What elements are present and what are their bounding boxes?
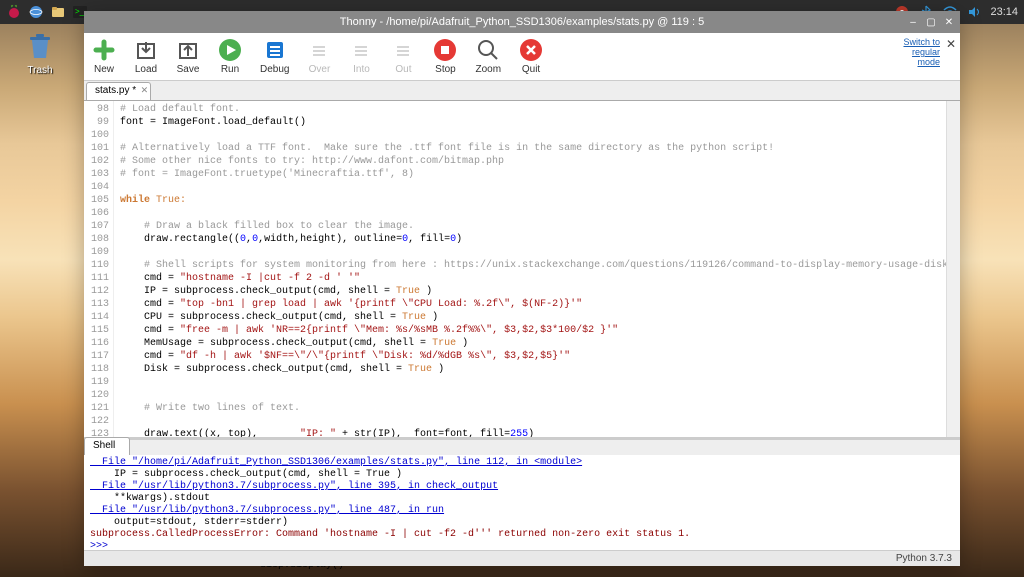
raspberry-icon[interactable] [6,4,22,20]
shell-tabs: Shell [84,437,960,455]
statusbar: Python 3.7.3 [84,550,960,566]
python-version: Python 3.7.3 [896,553,952,564]
stop-button[interactable]: Stop [433,38,457,75]
editor[interactable]: 98 99 100 101 102 103 104 105 106 107 10… [84,101,960,437]
load-button[interactable]: Load [134,38,158,75]
new-button[interactable]: New [92,38,116,75]
panel-close-icon[interactable]: ✕ [946,37,956,51]
into-button: Into [349,38,373,75]
editor-tabs: stats.py *✕ [84,81,960,101]
volume-icon[interactable] [966,4,982,20]
editor-scrollbar[interactable] [946,101,960,437]
toolbar: New Load Save Run Debug Over Into Out St… [84,33,960,81]
gutter: 98 99 100 101 102 103 104 105 106 107 10… [84,101,114,437]
debug-button[interactable]: Debug [260,38,289,75]
shell[interactable]: File "/home/pi/Adafruit_Python_SSD1306/e… [84,455,960,550]
taskbar-left: >_ [6,4,88,20]
over-button: Over [307,38,331,75]
quit-button[interactable]: Quit [519,38,543,75]
run-button[interactable]: Run [218,38,242,75]
tab-stats[interactable]: stats.py *✕ [86,82,151,100]
thonny-window: Thonny - /home/pi/Adafruit_Python_SSD130… [84,11,960,566]
code-area[interactable]: # Load default font. font = ImageFont.lo… [114,101,946,437]
tab-close-icon[interactable]: ✕ [141,85,149,96]
close-button[interactable]: ✕ [942,15,956,29]
switch-mode-link[interactable]: Switch to regular mode [903,37,940,67]
minimize-button[interactable]: – [906,15,920,29]
files-icon[interactable] [50,4,66,20]
globe-icon[interactable] [28,4,44,20]
trash-desktop-icon[interactable]: Trash [20,30,60,76]
trash-label: Trash [20,65,60,76]
titlebar[interactable]: Thonny - /home/pi/Adafruit_Python_SSD130… [84,11,960,33]
clock[interactable]: 23:14 [990,6,1018,18]
window-title: Thonny - /home/pi/Adafruit_Python_SSD130… [340,16,704,28]
save-button[interactable]: Save [176,38,200,75]
tab-shell[interactable]: Shell [84,437,130,455]
out-button: Out [391,38,415,75]
zoom-button[interactable]: Zoom [475,38,501,75]
maximize-button[interactable]: ▢ [924,15,938,29]
